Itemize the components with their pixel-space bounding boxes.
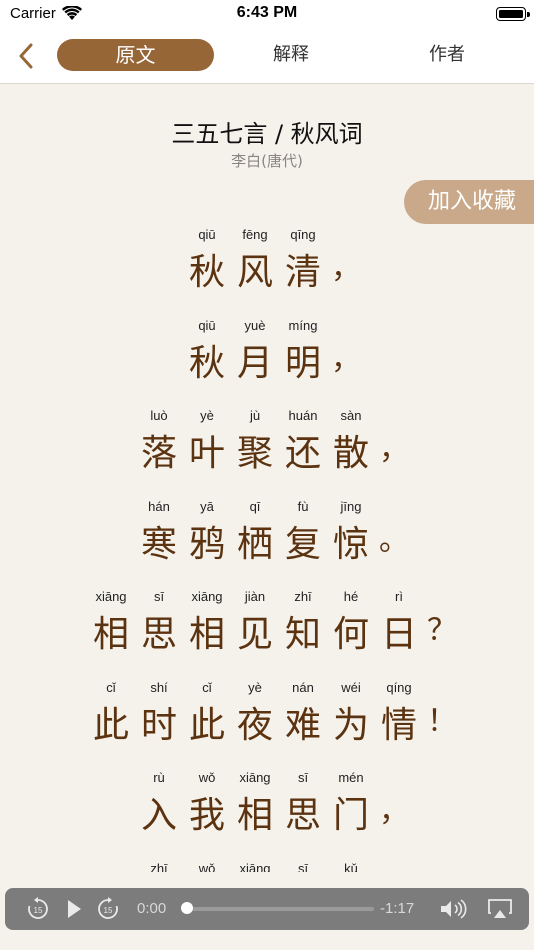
hanzi-character: 思 (140, 614, 177, 655)
speaker-icon (441, 899, 467, 919)
pinyin-label: qīng (290, 227, 316, 242)
hanzi-character: 夜 (236, 704, 273, 746)
hanzi-character: 知 (284, 614, 321, 655)
hanzi-character: 秋 (188, 342, 225, 384)
syllable: kǔ (327, 861, 375, 873)
hanzi-character: 相 (188, 614, 225, 655)
poem-line: qiū 秋 yuè 月 míng 明， (0, 318, 534, 408)
carrier-label: Carrier (10, 5, 56, 22)
rewind-15-icon: 15 (28, 897, 48, 919)
punctuation-mark: ， (379, 432, 409, 467)
syllable: jīng 惊 (327, 499, 375, 589)
hanzi-character: 叶 (188, 433, 225, 474)
hanzi-character: 清 (284, 252, 321, 293)
hanzi-character: 秋 (188, 252, 225, 293)
hanzi-character: 时 (140, 704, 177, 746)
tab-explanation[interactable]: 解释 (241, 39, 341, 71)
volume-button[interactable] (437, 895, 471, 923)
audio-player: 15 15 0:00 -1:17 (5, 888, 529, 930)
hanzi-character: 月 (236, 342, 273, 384)
hanzi-character: 明 (284, 342, 321, 384)
pinyin-label: rì (395, 589, 403, 604)
back-button[interactable] (12, 40, 40, 72)
airplay-icon (488, 899, 512, 918)
hanzi-character: 见 (236, 614, 273, 655)
elapsed-time: 0:00 (137, 900, 167, 917)
poem-title: 三五七言 / 秋风词 (171, 120, 363, 148)
play-button[interactable] (59, 895, 89, 923)
svg-text:15: 15 (34, 906, 43, 915)
poem-line: qiū 秋 fēng 风 qīng 清， (0, 227, 534, 317)
pinyin-label: míng (288, 317, 318, 333)
hanzi-character: 为 (332, 704, 369, 746)
hanzi-character: 聚 (236, 433, 273, 474)
punctuation-mark: ？ (427, 613, 457, 648)
airplay-button[interactable] (485, 895, 515, 923)
punctuation-mark: ！ (427, 703, 457, 739)
poem-author: 李白(唐代) (231, 152, 303, 170)
hanzi-character: 相 (92, 614, 129, 655)
hanzi-character: 此 (188, 704, 225, 746)
pinyin-label: qíng (386, 679, 412, 695)
remaining-time: -1:17 (380, 900, 415, 917)
poem-line: cǐ 此 shí 时 cǐ 此 yè 夜 nán 难 wéi 为 qíng 情！ (0, 680, 534, 770)
nav-bar: 原文 解释 作者 (0, 28, 534, 84)
syllable: rì 日 (375, 589, 423, 679)
syllable: qíng 情 (375, 680, 423, 770)
hanzi-character: 风 (236, 252, 273, 293)
skip-back-15-button[interactable]: 15 (23, 895, 53, 923)
play-icon (68, 900, 81, 918)
hanzi-character: 还 (284, 433, 321, 474)
syllable: mén 门 (327, 770, 375, 860)
wifi-icon (61, 6, 82, 20)
carrier-indicator: Carrier (10, 5, 82, 22)
syllable: míng 明 (279, 318, 327, 408)
hanzi-character: 复 (284, 523, 321, 565)
svg-text:15: 15 (104, 906, 113, 915)
hanzi-character: 栖 (236, 523, 273, 565)
hanzi-character: 鸦 (188, 523, 225, 565)
syllable: qīng 清 (279, 227, 327, 317)
progress-thumb[interactable] (181, 902, 193, 914)
hanzi-character: 散 (332, 433, 369, 474)
skip-forward-15-button[interactable]: 15 (93, 895, 123, 923)
hanzi-character: 寒 (140, 523, 177, 565)
punctuation-mark: 。 (379, 522, 409, 558)
add-favorite-button[interactable]: 加入收藏 (404, 180, 534, 224)
poem-line: zhī wǒ xiāng sī kǔ (0, 861, 534, 873)
poem-line: rù 入 wǒ 我 xiāng 相 sī 思 mén 门， (0, 770, 534, 860)
chevron-left-icon (19, 43, 33, 69)
hanzi-character: 此 (92, 704, 129, 746)
hanzi-character: 相 (236, 795, 273, 836)
hanzi-character: 难 (284, 704, 321, 746)
hanzi-character: 落 (140, 433, 177, 474)
hanzi-character: 何 (332, 614, 369, 655)
hanzi-character: 门 (332, 795, 369, 836)
pinyin-label: sàn (340, 408, 362, 423)
poem-content[interactable]: 三五七言 / 秋风词 李白(唐代) 加入收藏 qiū 秋 fēng 风 qīng 清， qi… (0, 84, 534, 872)
punctuation-mark: ， (331, 341, 361, 377)
pinyin-label: jīng (340, 498, 362, 514)
forward-15-icon: 15 (98, 897, 118, 919)
poem-line: luò 落 yè 叶 jù 聚 huán 还 sàn 散， (0, 408, 534, 498)
hanzi-character: 我 (188, 795, 225, 836)
hanzi-character: 惊 (332, 523, 369, 565)
tab-author[interactable]: 作者 (397, 39, 497, 71)
poem-line: hán 寒 yā 鸦 qī 栖 fù 复 jīng 惊。 (0, 499, 534, 589)
hanzi-character: 情 (380, 704, 417, 746)
poem-line: xiāng 相 sī 思 xiāng 相 jiàn 见 zhī 知 hé 何 rì 日？ (0, 589, 534, 679)
punctuation-mark: ， (331, 251, 361, 286)
hanzi-character: 入 (140, 795, 177, 836)
hanzi-character: 日 (380, 614, 417, 655)
tab-original[interactable]: 原文 (57, 39, 214, 71)
hanzi-character: 思 (284, 795, 321, 836)
battery-icon (496, 7, 530, 21)
syllable: sàn 散 (327, 408, 375, 498)
status-bar: Carrier 6:43 PM (0, 0, 534, 28)
pinyin-label: kǔ (344, 860, 358, 873)
pinyin-label: mén (338, 770, 364, 785)
progress-track[interactable] (186, 907, 374, 911)
punctuation-mark: ， (379, 794, 409, 829)
